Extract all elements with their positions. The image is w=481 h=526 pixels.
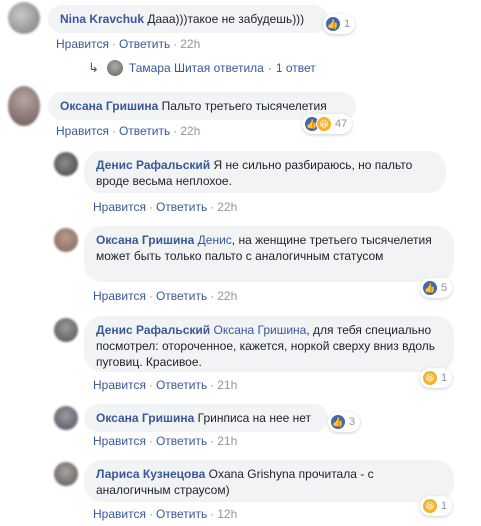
like-link[interactable]: Нравится: [93, 200, 146, 214]
timestamp[interactable]: 21h: [217, 378, 237, 392]
reply-link[interactable]: Ответить: [156, 434, 207, 448]
reply-actions: Нравится · Ответить · 21h: [93, 378, 238, 392]
reaction-count: 1: [344, 18, 351, 30]
reply-bubble: Денис Рафальский Я не сильно разбираюсь,…: [84, 151, 446, 193]
timestamp[interactable]: 22h: [217, 289, 237, 303]
reply-link[interactable]: Ответить: [119, 124, 170, 138]
reply-bubble: Оксана Гришина Денис, на женщине третьег…: [84, 226, 454, 282]
reaction-summary[interactable]: 👍 5: [420, 278, 453, 298]
reply-link[interactable]: Ответить: [156, 289, 207, 303]
mention-link[interactable]: Оксана Гришина: [213, 323, 306, 337]
like-link[interactable]: Нравится: [56, 37, 109, 51]
timestamp[interactable]: 22h: [217, 200, 237, 214]
reply-arrow-icon: ↳: [88, 60, 99, 75]
reply-link[interactable]: Ответить: [156, 507, 207, 521]
avatar[interactable]: [8, 86, 40, 126]
avatar[interactable]: [54, 228, 78, 252]
avatar[interactable]: [54, 318, 78, 342]
timestamp[interactable]: 22h: [180, 124, 200, 138]
avatar[interactable]: [54, 152, 78, 176]
mention-link[interactable]: Денис: [198, 233, 232, 247]
like-icon: 👍: [325, 16, 341, 32]
reply-link[interactable]: Ответить: [119, 37, 170, 51]
reaction-count: 47: [335, 118, 348, 130]
reply-count: 1 ответ: [275, 61, 316, 75]
comment-actions: Нравится · Ответить · 22h: [56, 124, 201, 138]
haha-icon: 😆: [422, 370, 438, 386]
reaction-summary[interactable]: 👍 1: [323, 14, 356, 34]
reaction-summary[interactable]: 👍 3: [328, 412, 361, 432]
like-icon: 👍: [330, 414, 346, 430]
comment-author[interactable]: Nina Kravchuk: [60, 12, 144, 26]
avatar[interactable]: [8, 2, 40, 34]
like-link[interactable]: Нравится: [93, 289, 146, 303]
reaction-count: 1: [441, 500, 448, 512]
avatar: [106, 60, 123, 76]
reply-text: Гринписа на нее нет: [197, 411, 312, 425]
comment-author[interactable]: Оксана Гришина: [60, 99, 158, 113]
like-link[interactable]: Нравится: [93, 507, 146, 521]
timestamp[interactable]: 12h: [217, 507, 237, 521]
reply-bubble: Оксана Гришина Гринписа на нее нет: [84, 404, 328, 432]
reply-author[interactable]: Лариса Кузнецова: [96, 467, 205, 481]
reply-summary-action: ответила: [213, 61, 264, 75]
reply-author[interactable]: Денис Рафальский: [96, 158, 210, 172]
like-link[interactable]: Нравится: [93, 378, 146, 392]
timestamp[interactable]: 22h: [180, 37, 200, 51]
reply-actions: Нравится · Ответить · 12h: [93, 507, 238, 521]
reaction-count: 5: [441, 282, 448, 294]
reply-actions: Нравится · Ответить · 22h: [93, 200, 238, 214]
reply-summary-author: Тамара Шитая: [128, 61, 211, 75]
like-icon: 👍: [422, 280, 438, 296]
comment-actions: Нравится · Ответить · 22h: [56, 37, 201, 51]
reply-actions: Нравится · Ответить · 21h: [93, 434, 238, 448]
reply-bubble: Лариса Кузнецова Oxana Grishyna прочитал…: [84, 460, 454, 502]
reaction-count: 3: [349, 416, 356, 428]
timestamp[interactable]: 21h: [217, 434, 237, 448]
reply-link[interactable]: Ответить: [156, 200, 207, 214]
reply-link[interactable]: Ответить: [156, 378, 207, 392]
reaction-count: 1: [441, 372, 448, 384]
reply-author[interactable]: Оксана Гришина: [96, 411, 194, 425]
reply-author[interactable]: Денис Рафальский: [96, 323, 210, 337]
reply-author[interactable]: Оксана Гришина: [96, 233, 194, 247]
reply-bubble: Денис Рафальский Оксана Гришина, для теб…: [84, 316, 454, 372]
like-link[interactable]: Нравится: [93, 434, 146, 448]
avatar[interactable]: [54, 462, 78, 486]
like-link[interactable]: Нравится: [56, 124, 109, 138]
haha-icon: 😆: [422, 498, 438, 514]
avatar[interactable]: [54, 406, 78, 430]
view-replies-link[interactable]: ↳ Тамара Шитая ответила · 1 ответ: [88, 60, 316, 76]
reaction-summary[interactable]: 😆 1: [420, 368, 453, 388]
haha-icon: 😆: [316, 116, 332, 132]
comment-text: Пальто третьего тысячелетия: [161, 99, 327, 113]
reaction-summary[interactable]: 👍 😆 47: [302, 114, 353, 134]
comment-bubble: Nina Kravchuk Дааа)))такое не забудешь))…: [48, 5, 328, 33]
reply-actions: Нравится · Ответить · 22h: [93, 289, 238, 303]
comment-text: Дааа)))такое не забудешь))): [147, 12, 305, 26]
reaction-summary[interactable]: 😆 1: [420, 496, 453, 516]
